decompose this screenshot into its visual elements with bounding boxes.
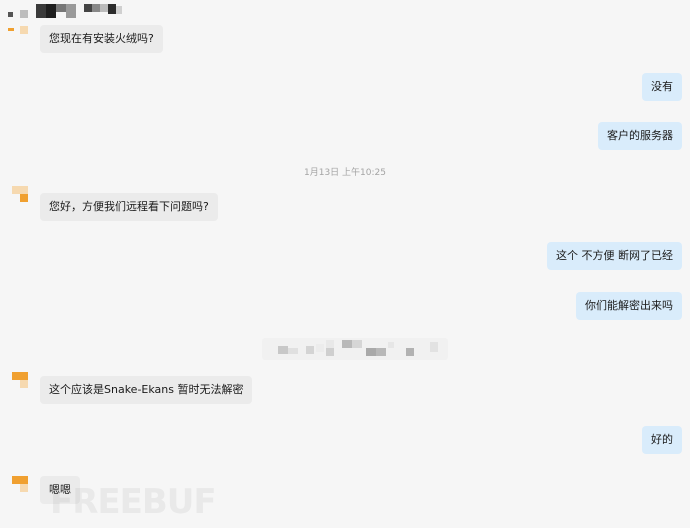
agent-avatar (12, 186, 32, 206)
message-bubble-user: 客户的服务器 (598, 122, 682, 150)
agent-avatar (12, 372, 32, 392)
message-bubble-user: 好的 (642, 426, 682, 454)
message-bubble-agent: 您好，方便我们远程看下问题吗? (40, 193, 218, 221)
agent-avatar (8, 22, 28, 42)
timestamp: 1月13日 上午10:25 (304, 168, 386, 178)
message-bubble-agent: 这个应该是Snake-Ekans 暂时无法解密 (40, 376, 253, 404)
message-bubble-agent: 您现在有安装火绒吗? (40, 25, 163, 53)
message-bubble-user: 没有 (642, 73, 682, 101)
message-bubble-user: 你们能解密出来吗 (576, 292, 682, 320)
freebuf-watermark: FREEBUF (28, 480, 228, 528)
watermark-text: FREEBUF (50, 482, 217, 522)
system-notice-redacted (262, 338, 448, 360)
message-bubble-user: 这个 不方便 断网了已经 (547, 242, 682, 270)
contact-name-redacted (8, 0, 128, 22)
